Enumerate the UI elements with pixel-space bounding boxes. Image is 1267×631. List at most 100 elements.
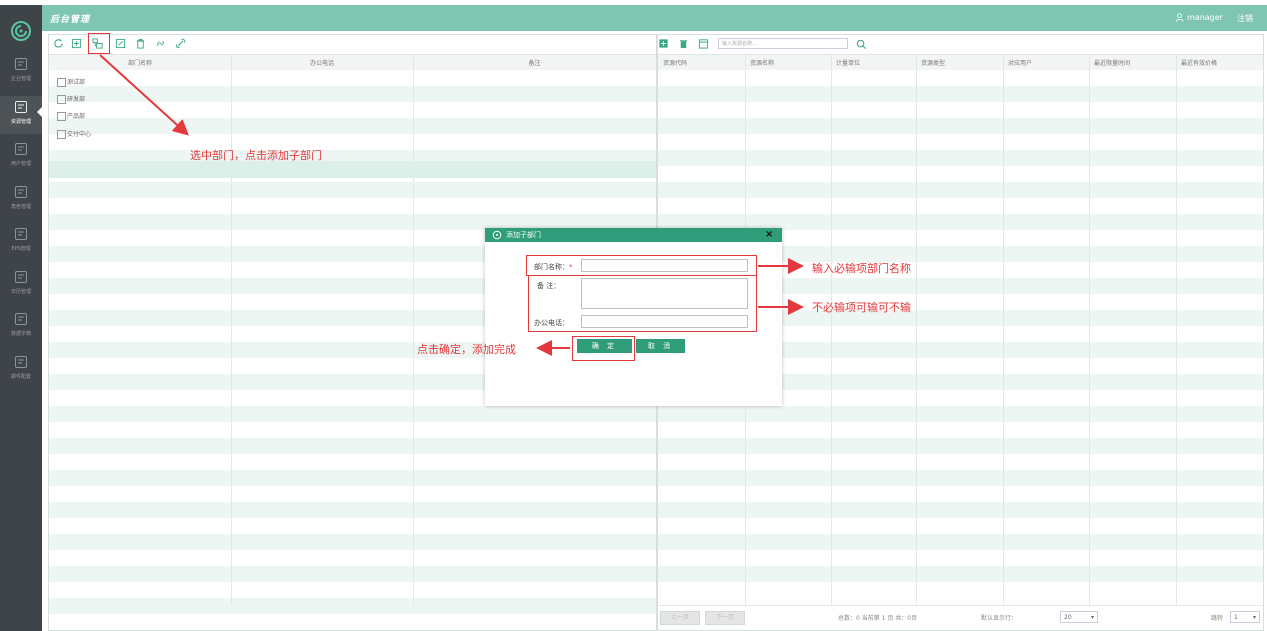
highlight-box-add-sub <box>88 33 110 54</box>
table-row <box>49 438 656 454</box>
goto-label: 跳转 <box>1211 615 1224 622</box>
table-row <box>658 166 1263 182</box>
table-row <box>49 454 656 470</box>
app-logo-icon <box>492 230 502 240</box>
add-resource-icon[interactable] <box>658 38 669 49</box>
app-logo-icon <box>11 21 31 41</box>
column-header[interactable]: 计量单位 <box>836 58 860 67</box>
tree-item-dept[interactable]: 产品部 <box>57 111 85 121</box>
next-page-button[interactable]: 下一页 <box>705 611 745 625</box>
column-header[interactable]: 备注 <box>413 58 656 67</box>
column-header[interactable]: 资源代码 <box>663 58 687 67</box>
highlight-box-optional <box>528 275 757 332</box>
dialog-close-button[interactable]: × <box>765 228 773 242</box>
table-row <box>658 438 1263 454</box>
sidebar: 企业管理资源管理用户管理角色管理 EPS管理日历管理数据字典邮件配置 <box>0 5 42 631</box>
column-header[interactable]: 办公电话 <box>231 58 413 67</box>
delete-icon[interactable] <box>135 38 146 49</box>
sidebar-item[interactable]: 资源管理 <box>0 96 42 134</box>
tree-item-dept[interactable]: 测试部 <box>57 77 85 87</box>
dialog-title: 添加子部门 <box>506 231 541 239</box>
unlink-icon[interactable] <box>175 38 186 49</box>
table-row <box>49 534 656 550</box>
table-row <box>49 486 656 502</box>
table-row <box>658 582 1263 598</box>
table-row <box>658 534 1263 550</box>
add-department-icon[interactable] <box>71 38 82 49</box>
table-row <box>49 406 656 422</box>
table-row <box>658 486 1263 502</box>
selected-row-highlight <box>49 161 656 178</box>
user-icon <box>1175 13 1184 22</box>
annotation-confirm: 点击确定，添加完成 <box>417 343 516 356</box>
department-icon <box>57 78 66 87</box>
resource-table-header: 资源代码 资源名称 计量单位 资源类型 对应用户 最近限量时间 最近有效价格 <box>658 54 1263 71</box>
table-row <box>658 198 1263 214</box>
sidebar-item-label: 企业管理 <box>10 76 31 82</box>
table-row <box>658 406 1263 422</box>
sidebar-item[interactable]: 邮件配置 <box>0 351 42 389</box>
sidebar-item[interactable]: 用户管理 <box>0 138 42 176</box>
chevron-down-icon: ▾ <box>1252 614 1256 621</box>
table-row <box>49 70 656 86</box>
resource-search-input[interactable]: 输入资源名称... <box>718 38 848 49</box>
dialog-titlebar: 添加子部门 × <box>485 228 782 242</box>
highlight-box-confirm <box>572 336 635 361</box>
table-row <box>658 70 1263 86</box>
tree-item-dept-selected[interactable]: 交付中心 <box>57 129 91 139</box>
prev-page-button[interactable]: 上一页 <box>660 611 700 625</box>
calendar-icon[interactable] <box>698 38 709 49</box>
column-divider <box>413 54 414 605</box>
column-divider <box>231 54 232 605</box>
delete-resource-icon[interactable] <box>678 38 689 49</box>
per-page-value: 20 <box>1064 614 1072 621</box>
column-header[interactable]: 资源名称 <box>750 58 774 67</box>
sidebar-item-label: 资源管理 <box>10 119 31 125</box>
edit-icon[interactable] <box>115 38 126 49</box>
table-row <box>49 118 656 134</box>
sidebar-item-label: 角色管理 <box>10 204 31 210</box>
table-row <box>658 518 1263 534</box>
table-row <box>658 86 1263 102</box>
column-divider <box>1003 54 1004 605</box>
column-header[interactable]: 对应用户 <box>1008 58 1032 67</box>
table-row <box>49 518 656 534</box>
annotation-select-dept: 选中部门，点击添加子部门 <box>190 149 322 162</box>
table-row <box>658 550 1263 566</box>
calendar-icon <box>15 271 27 283</box>
table-row <box>658 502 1263 518</box>
current-user[interactable]: manager <box>1187 13 1223 22</box>
eps-icon <box>15 228 27 240</box>
table-row <box>658 182 1263 198</box>
column-header[interactable]: 部门名称 <box>49 58 231 67</box>
sidebar-item[interactable]: 企业管理 <box>0 53 42 91</box>
tree-item-label: 交付中心 <box>67 131 92 138</box>
table-row <box>49 102 656 118</box>
pagination-bar: 上一页 下一页 总数：0 当前第 1 页 共：0页 默认显示行： 20 ▾ 跳转 … <box>658 605 1263 628</box>
sidebar-item[interactable]: 角色管理 <box>0 181 42 219</box>
column-header[interactable]: 最近有效价格 <box>1181 58 1217 67</box>
tree-item-label: 研发部 <box>67 96 86 103</box>
table-row <box>658 454 1263 470</box>
department-icon <box>57 130 66 139</box>
column-header[interactable]: 最近限量时间 <box>1094 58 1130 67</box>
sidebar-item-label: 用户管理 <box>10 161 31 167</box>
link-icon[interactable] <box>155 38 166 49</box>
per-page-select[interactable]: 20 ▾ <box>1060 611 1098 623</box>
logout-link[interactable]: 注销 <box>1237 13 1253 24</box>
search-icon[interactable] <box>856 39 867 50</box>
mail-icon <box>15 356 27 368</box>
sidebar-item[interactable]: 日历管理 <box>0 266 42 304</box>
department-table-header: 部门名称 办公电话 备注 <box>49 54 656 71</box>
sidebar-item[interactable]: EPS管理 <box>0 223 42 261</box>
goto-page-select[interactable]: 1 ▾ <box>1230 611 1260 623</box>
department-icon <box>57 95 66 104</box>
tree-item-dept[interactable]: 研发部 <box>57 94 85 104</box>
sidebar-item[interactable]: 数据字典 <box>0 308 42 346</box>
department-icon <box>57 112 66 121</box>
cancel-button[interactable]: 取 消 <box>636 339 685 353</box>
table-row <box>49 422 656 438</box>
column-header[interactable]: 资源类型 <box>921 58 945 67</box>
refresh-icon[interactable] <box>53 38 64 49</box>
table-row <box>49 502 656 518</box>
